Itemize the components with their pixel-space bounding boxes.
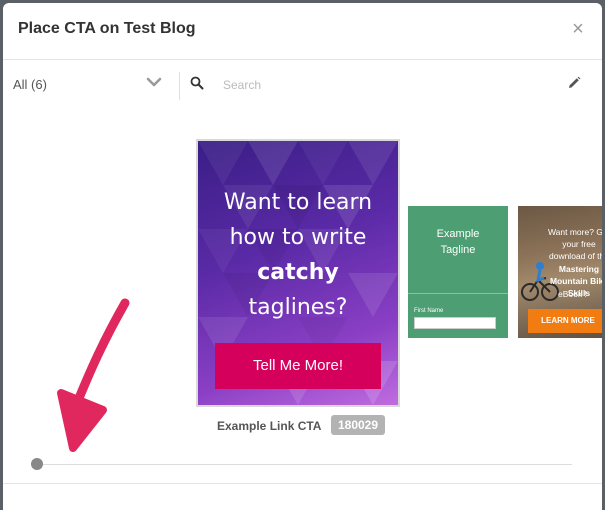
green-tagline-line-1: Example (436, 228, 480, 240)
search-icon (190, 76, 204, 90)
headline-line-3: catchy (198, 255, 398, 290)
toolbar-divider (179, 72, 180, 100)
bike-intro-line-3: download of the (548, 251, 602, 261)
filter-label: All (6) (13, 77, 47, 92)
first-name-field (414, 317, 496, 329)
modal-header: Place CTA on Test Blog × (3, 3, 602, 60)
filter-dropdown[interactable]: All (6) (3, 60, 178, 110)
green-tagline-line-2: Tagline (440, 244, 476, 256)
cta-card-main[interactable]: Want to learn how to write catchy taglin… (198, 141, 398, 405)
learn-more-button[interactable]: LEARN MORE (528, 309, 602, 333)
headline-line-1: Want to learn (223, 190, 373, 215)
tell-me-more-button[interactable]: Tell Me More! (215, 343, 381, 389)
green-tagline: Example Tagline (408, 226, 508, 258)
toolbar: All (6) (3, 60, 602, 110)
bike-title-line-1: Mastering (558, 264, 600, 274)
bike-intro-line-1: Want more? Get (547, 227, 602, 237)
arrow-annotation (57, 298, 130, 452)
close-icon[interactable]: × (568, 17, 588, 41)
cta-name: Example Link CTA (217, 419, 322, 433)
chevron-down-icon (146, 77, 162, 87)
cta-id-badge: 180029 (331, 415, 385, 435)
cta-card-bike[interactable]: Want more? Get your free download of the… (518, 206, 602, 338)
modal-footer-divider (3, 483, 602, 484)
first-name-label: First Name (414, 308, 444, 314)
bike-subtitle: eBook ! (558, 289, 587, 299)
headline-bold: catchy (257, 260, 339, 285)
bike-title-line-2: Mountain Bike (549, 276, 602, 286)
bike-intro: Want more? Get your free download of the (534, 226, 602, 262)
cta-card-green[interactable]: Example Tagline First Name (408, 206, 508, 338)
scroll-slider-track[interactable] (36, 464, 572, 465)
cta-modal: Place CTA on Test Blog × All (6) Search … (3, 3, 602, 510)
bike-intro-line-2: your free (562, 239, 596, 249)
green-divider (408, 293, 508, 294)
cta-card-caption: Example Link CTA 180029 (198, 415, 398, 437)
search-input[interactable] (221, 73, 525, 97)
pencil-icon[interactable] (567, 76, 581, 90)
headline-line-4: taglines? (248, 295, 348, 320)
headline-line-2: how to write (229, 225, 367, 250)
modal-title: Place CTA on Test Blog (18, 20, 196, 37)
cta-headline: Want to learn how to write catchy taglin… (198, 185, 398, 325)
